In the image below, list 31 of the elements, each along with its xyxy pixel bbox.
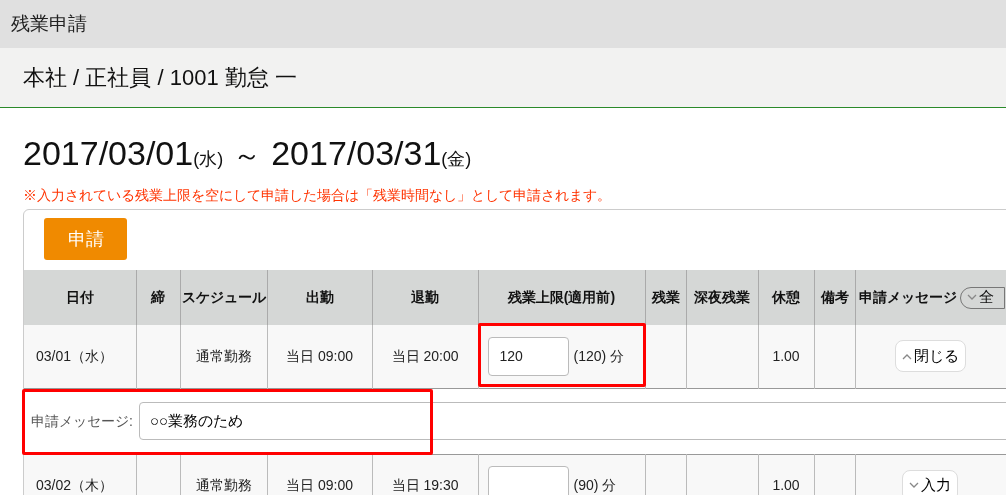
message-toggle-button[interactable]: 閉じる [894, 340, 966, 373]
table-cell: 通常勤務 [180, 325, 267, 388]
column-header: 残業上限(適用前) [478, 270, 645, 325]
chevron-up-icon [901, 352, 912, 360]
table-cell: 1.00 [758, 325, 814, 388]
default-limit-text: (120) 分 [573, 346, 625, 366]
message-label: 申請メッセージ: [31, 411, 133, 431]
window-title: 残業申請 [11, 11, 87, 36]
column-header-text: 申請メッセージ [858, 288, 957, 307]
default-limit-text: (90) 分 [573, 476, 617, 495]
table-cell: 1.00 [758, 454, 814, 495]
table-cell: 当日 09:00 [267, 454, 372, 495]
message-input[interactable]: ○○業務のため [138, 402, 1006, 440]
period-end: 2017/03/31 [271, 133, 442, 174]
weekday-label: (金) [441, 148, 472, 171]
breadcrumb: 本社 / 正社員 / 1001 勤怠 一 [23, 64, 297, 92]
period-start: 2017/03/01 [23, 133, 194, 174]
chevron-down-icon [966, 294, 977, 301]
chevron-down-icon [909, 482, 920, 489]
table-cell: 03/02（木） [24, 454, 136, 495]
message-toggle-button[interactable]: 入力 [902, 469, 959, 495]
range-separator: ～ [233, 139, 262, 173]
table-cell: 当日 20:00 [372, 325, 478, 388]
table-cell: 当日 19:30 [372, 454, 478, 495]
overtime-limit-input[interactable]: 120 [487, 336, 569, 376]
overtime-limit-input[interactable] [487, 466, 569, 495]
table-cell: 通常勤務 [180, 454, 267, 495]
table-cell: 03/01（水） [24, 325, 136, 388]
weekday-label: (水) [193, 148, 224, 171]
notice-text: ※入力されている残業上限を空にして申請した場合は「残業時間なし」として申請されます。 [23, 188, 611, 203]
table-cell: 当日 09:00 [267, 325, 372, 388]
